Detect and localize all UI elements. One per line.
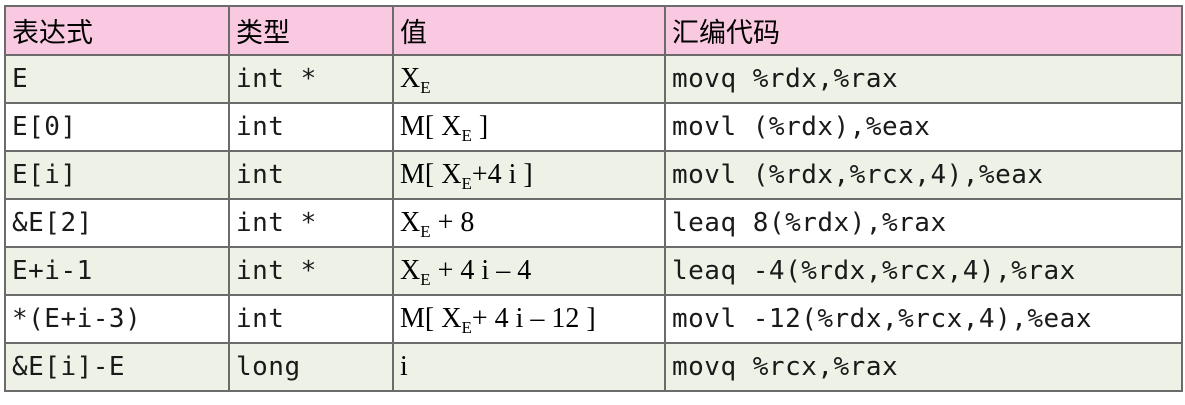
- value-subscript: E: [461, 174, 472, 193]
- cell-assembly: leaq -4(%rdx,%rcx,4),%rax: [664, 246, 1183, 296]
- cell-expression: &E[2]: [4, 198, 230, 248]
- cell-type: long: [228, 342, 394, 392]
- cell-value: M[ XE+4 i ]: [392, 150, 666, 200]
- cell-value: M[ XE ]: [392, 102, 666, 152]
- cell-expression: E[i]: [4, 150, 230, 200]
- table-row: Eint * XE movq %rdx,%rax: [4, 54, 1183, 104]
- cell-type: int *: [228, 54, 394, 104]
- header-row: 表达式 类型 值 汇编代码: [4, 5, 1183, 56]
- cell-expression: E+i-1: [4, 246, 230, 296]
- cell-assembly: movl -12(%rdx,%rcx,4),%eax: [664, 294, 1183, 344]
- array-expression-table: 表达式 类型 值 汇编代码 Eint * XE movq %rdx,%rax E[0]…: [4, 5, 1183, 392]
- cell-assembly: leaq 8(%rdx),%rax: [664, 198, 1183, 248]
- value-subscript: E: [461, 318, 472, 337]
- cell-type: int *: [228, 246, 394, 296]
- value-text: i: [400, 351, 408, 382]
- value-subscript: E: [420, 78, 431, 97]
- table-row: E[i] int M[ XE+4 i ] movl (%rdx,%rcx,4),%ea…: [4, 150, 1183, 200]
- cell-value: XE: [392, 54, 666, 104]
- value-text: X: [400, 63, 421, 94]
- table-row: *(E+i-3) int M[ XE+ 4 i – 12 ] movl -12(%rd…: [4, 294, 1183, 344]
- cell-type: int: [228, 150, 394, 200]
- header-type: 类型: [228, 5, 394, 56]
- cell-expression: E: [4, 54, 230, 104]
- header-expression: 表达式: [4, 5, 230, 56]
- table-container: 表达式 类型 值 汇编代码 Eint * XE movq %rdx,%rax E[0]…: [4, 5, 1183, 392]
- cell-type: int *: [228, 198, 394, 248]
- cell-assembly: movl (%rdx,%rcx,4),%eax: [664, 150, 1183, 200]
- cell-assembly: movq %rcx,%rax: [664, 342, 1183, 392]
- header-assembly: 汇编代码: [664, 5, 1183, 56]
- cell-type: int: [228, 294, 394, 344]
- value-text: X: [400, 255, 421, 286]
- cell-assembly: movl (%rdx),%eax: [664, 102, 1183, 152]
- cell-expression: *(E+i-3): [4, 294, 230, 344]
- header-value: 值: [392, 5, 666, 56]
- cell-expression: E[0]: [4, 102, 230, 152]
- value-subscript: E: [420, 222, 431, 241]
- value-text: + 8: [430, 207, 475, 238]
- value-subscript: E: [461, 126, 472, 145]
- value-text: ]: [471, 111, 489, 142]
- value-text: + 4 i – 4: [430, 255, 532, 286]
- table-row: E[0] int M[ XE ] movl (%rdx),%eax: [4, 102, 1183, 152]
- cell-expression: &E[i]-E: [4, 342, 230, 392]
- value-text: X: [400, 207, 421, 238]
- value-text: M[ X: [400, 303, 462, 334]
- value-text: M[ X: [400, 159, 462, 190]
- value-text: +4 i ]: [471, 159, 533, 190]
- cell-value: XE + 4 i – 4: [392, 246, 666, 296]
- value-subscript: E: [420, 270, 431, 289]
- table-row: E+i-1 int * XE + 4 i – 4 leaq -4(%rdx,%rcx,…: [4, 246, 1183, 296]
- table-body: Eint * XE movq %rdx,%rax E[0] int M[ XE ] movl…: [4, 54, 1183, 392]
- cell-value: XE + 8: [392, 198, 666, 248]
- table-row: &E[2] int * XE + 8 leaq 8(%rdx),%rax: [4, 198, 1183, 248]
- cell-type: int: [228, 102, 394, 152]
- cell-value: i: [392, 342, 666, 392]
- table-row: &E[i]-E long i movq %rcx,%rax: [4, 342, 1183, 392]
- value-text: + 4 i – 12 ]: [471, 303, 596, 334]
- cell-value: M[ XE+ 4 i – 12 ]: [392, 294, 666, 344]
- value-text: M[ X: [400, 111, 462, 142]
- cell-assembly: movq %rdx,%rax: [664, 54, 1183, 104]
